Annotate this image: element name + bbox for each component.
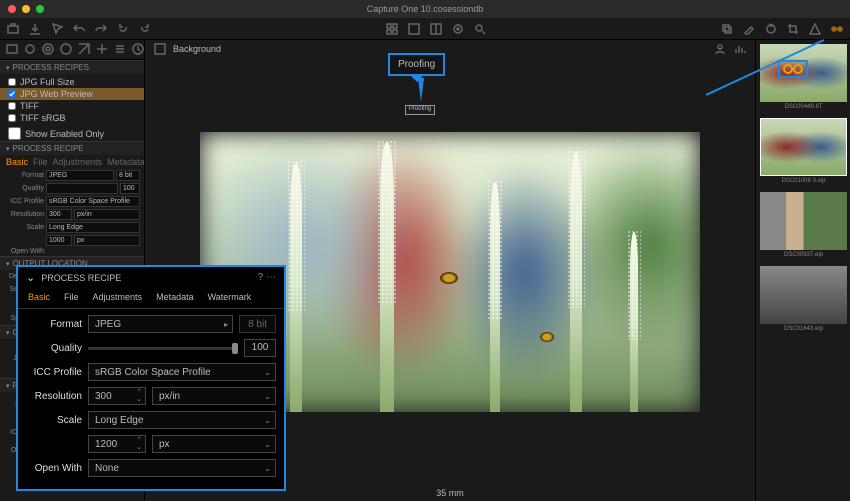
tab-metadata[interactable]: Metadata	[156, 292, 194, 302]
titlebar: Capture One 10.cosessiondb	[0, 0, 850, 18]
quality-value[interactable]: 100	[244, 339, 276, 357]
browser-panel: DSC00449.IIT DSC01008 3.eip DSC00937.eip…	[755, 40, 850, 501]
exposure-tab-icon[interactable]	[78, 43, 90, 55]
histogram-icon[interactable]	[733, 42, 747, 56]
show-enabled-checkbox[interactable]	[8, 127, 21, 140]
capture-tab-icon[interactable]	[24, 43, 36, 55]
bit-depth: 8 bit	[239, 315, 276, 333]
icc-profile-select[interactable]: sRGB Color Space Profile	[88, 363, 276, 381]
tab-adjustments[interactable]: Adjustments	[93, 292, 143, 302]
rotate-left-icon[interactable]	[116, 22, 130, 36]
scale-unit-select[interactable]: px	[152, 435, 276, 453]
recipe-item[interactable]: TIFF sRGB	[0, 112, 144, 124]
resolution-unit-select[interactable]: px/in	[152, 387, 276, 405]
maximize-icon[interactable]	[36, 5, 44, 13]
recipe-item[interactable]: JPG Web Preview	[0, 88, 144, 100]
cursor-icon[interactable]	[50, 22, 64, 36]
recipe-checkbox[interactable]	[8, 102, 16, 110]
recipe-tabs: Basic File Adjustments Metadata Watermar…	[0, 155, 144, 169]
meta-tab-icon[interactable]	[132, 43, 144, 55]
viewer-mode-icon[interactable]	[153, 42, 167, 56]
adjust-tab-icon[interactable]	[114, 43, 126, 55]
rotate-right-icon[interactable]	[138, 22, 152, 36]
view-split-icon[interactable]	[429, 22, 443, 36]
panel-menu-icon[interactable]: ? ⋯	[258, 272, 276, 283]
scale-select[interactable]: Long Edge	[88, 411, 276, 429]
background-label: Background	[173, 44, 221, 54]
app-window: Capture One 10.cosessiondb	[0, 0, 850, 501]
library-tab-icon[interactable]	[6, 43, 18, 55]
enlarged-tabs: Basic File Adjustments Metadata Watermar…	[18, 288, 284, 309]
recipe-item[interactable]: JPG Full Size	[0, 76, 144, 88]
main-toolbar	[0, 18, 850, 40]
tab-basic[interactable]: Basic	[28, 292, 50, 302]
thumbnail[interactable]: DSC01643.eip	[760, 266, 847, 334]
recipe-checkbox[interactable]	[8, 90, 16, 98]
quality-slider[interactable]	[88, 347, 238, 350]
process-recipes-header[interactable]: PROCESS RECIPES	[0, 60, 144, 74]
undo-icon[interactable]	[72, 22, 86, 36]
redo-icon[interactable]	[94, 22, 108, 36]
open-with-select[interactable]: None	[88, 459, 276, 477]
process-recipe-header[interactable]: PROCESS RECIPE	[0, 141, 144, 155]
recipe-checkbox[interactable]	[8, 78, 16, 86]
scale-value-input[interactable]: 1200	[88, 435, 146, 453]
warning-icon[interactable]	[808, 22, 822, 36]
proofing-icon[interactable]	[830, 22, 844, 36]
thumbnail[interactable]: DSC00937.eip	[760, 192, 847, 260]
export-icon[interactable]	[28, 22, 42, 36]
format-select[interactable]: JPEG	[88, 315, 233, 333]
tab-watermark[interactable]: Watermark	[208, 292, 252, 302]
recipe-checkbox[interactable]	[8, 114, 16, 122]
view-single-icon[interactable]	[407, 22, 421, 36]
copy-adj-icon[interactable]	[720, 22, 734, 36]
minimize-icon[interactable]	[22, 5, 30, 13]
close-icon[interactable]	[8, 5, 16, 13]
import-icon[interactable]	[6, 22, 20, 36]
icc-select[interactable]: sRGB Color Space Profile	[46, 196, 140, 207]
resolution-input[interactable]: 300	[88, 387, 146, 405]
enlarged-header[interactable]: PROCESS RECIPE ? ⋯	[18, 267, 284, 288]
quality-slider[interactable]	[46, 183, 118, 194]
tab-file[interactable]: File	[64, 292, 79, 302]
grid-icon[interactable]	[385, 22, 399, 36]
thumbnail[interactable]: DSC01008 3.eip	[760, 118, 847, 186]
proofing-callout: Proofing	[388, 53, 445, 76]
proofing-target: Proofing	[405, 105, 435, 115]
brush-icon[interactable]	[742, 22, 756, 36]
thumbnail[interactable]: DSC00449.IIT	[760, 44, 847, 112]
details-tab-icon[interactable]	[96, 43, 108, 55]
person-icon[interactable]	[713, 42, 727, 56]
format-select[interactable]: JPEG	[46, 170, 114, 181]
zoom-icon[interactable]	[473, 22, 487, 36]
focus-icon[interactable]	[451, 22, 465, 36]
window-title: Capture One 10.cosessiondb	[367, 4, 484, 14]
recipe-item[interactable]: TIFF	[0, 100, 144, 112]
reset-icon[interactable]	[764, 22, 778, 36]
traffic-lights	[8, 5, 44, 13]
crop-icon[interactable]	[786, 22, 800, 36]
color-tab-icon[interactable]	[60, 43, 72, 55]
process-recipe-enlarged: PROCESS RECIPE ? ⋯ Basic File Adjustment…	[16, 265, 286, 491]
proofing-highlight	[778, 60, 808, 78]
lens-tab-icon[interactable]	[42, 43, 54, 55]
